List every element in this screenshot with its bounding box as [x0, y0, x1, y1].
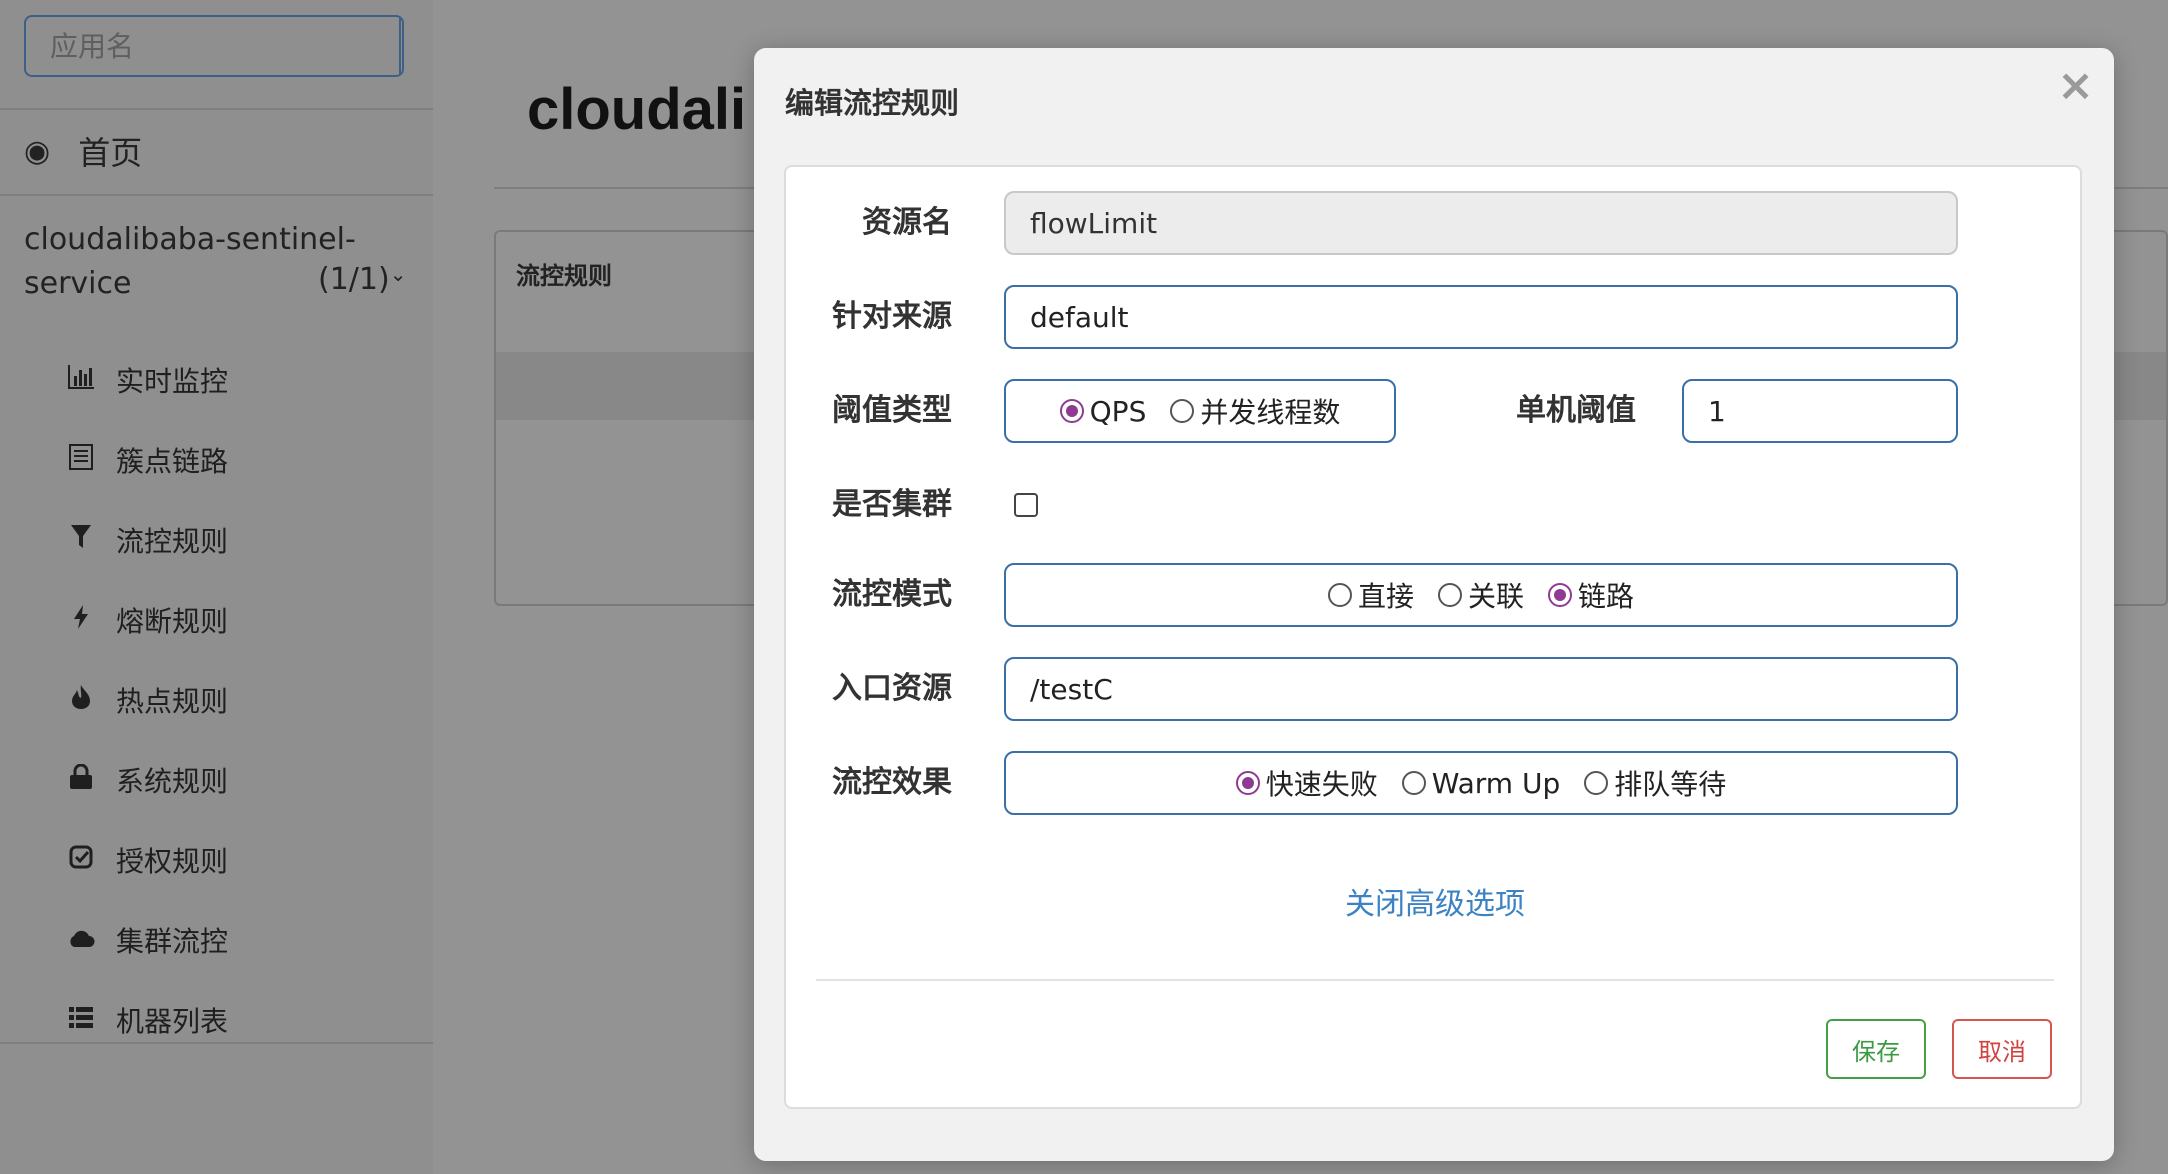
radio-indicator	[1059, 399, 1084, 423]
divider	[0, 108, 433, 110]
divider	[0, 194, 433, 196]
bar-chart-icon	[66, 364, 96, 397]
sidebar-item-system-rules[interactable]: 系统规则	[66, 740, 228, 820]
radio-indicator	[1437, 583, 1462, 607]
save-button[interactable]: 保存	[1826, 1019, 1926, 1079]
sidebar-item-flow-rules[interactable]: 流控规则	[66, 500, 228, 580]
sidebar-item-label: 机器列表	[116, 1005, 229, 1038]
sidebar-item-authority-rules[interactable]: 授权规则	[66, 820, 228, 900]
search-box: 搜索	[24, 15, 404, 77]
sidebar-item-label: 簇点链路	[116, 445, 229, 478]
dashboard-icon: ◉	[24, 133, 51, 169]
strategy-row: 流控模式 直接 关联 链路	[786, 563, 2084, 627]
list-icon	[66, 443, 96, 477]
radio-fast-fail[interactable]: 快速失败	[1235, 763, 1378, 803]
radio-indicator	[1548, 583, 1572, 607]
radio-warm-up[interactable]: Warm Up	[1401, 766, 1561, 800]
cancel-button[interactable]: 取消	[1952, 1019, 2052, 1079]
radio-qps[interactable]: QPS	[1059, 394, 1147, 428]
behavior-radio-group: 快速失败 Warm Up 排队等待	[1004, 751, 1958, 815]
app-search-input[interactable]	[26, 17, 399, 75]
radio-label: Warm Up	[1431, 766, 1561, 800]
sidebar-item-hotspot-rules[interactable]: 热点规则	[66, 660, 228, 740]
search-button[interactable]: 搜索	[399, 17, 402, 75]
sidebar-item-label: 流控规则	[116, 525, 229, 558]
sidebar-item-realtime-monitor[interactable]: 实时监控	[66, 340, 228, 420]
chevron-down-icon: ⌄	[389, 262, 407, 286]
sidebar-item-label: 授权规则	[116, 845, 229, 878]
cluster-row: 是否集群	[786, 473, 2084, 537]
sidebar-item-label: 熔断规则	[116, 605, 229, 638]
count-input[interactable]: 1	[1682, 379, 1958, 443]
sidebar-item-machine-list[interactable]: 机器列表	[66, 980, 228, 1060]
radio-chain[interactable]: 链路	[1548, 575, 1634, 615]
radio-label: QPS	[1089, 394, 1147, 428]
cloud-icon	[66, 925, 96, 955]
limit-app-row: 针对来源 default	[786, 285, 2084, 349]
sidebar-item-label: 集群流控	[116, 925, 229, 958]
sidebar-item-label: 实时监控	[116, 365, 229, 398]
resource-row: 资源名 flowLimit	[786, 191, 2084, 255]
radio-label: 直接	[1357, 580, 1414, 613]
cluster-checkbox[interactable]	[1014, 493, 1038, 517]
ref-resource-input[interactable]: /testC	[1004, 657, 1958, 721]
grade-label: 阈值类型	[832, 393, 952, 428]
edit-flow-rule-dialog: 编辑流控规则 × 资源名 flowLimit 针对来源 default 阈值类型…	[754, 48, 2114, 1161]
radio-queue[interactable]: 排队等待	[1584, 763, 1726, 803]
ref-resource-row: 入口资源 /testC	[786, 657, 2084, 721]
divider	[0, 1042, 433, 1044]
divider	[816, 979, 2054, 981]
resource-label: 资源名	[862, 205, 952, 240]
radio-label: 关联	[1467, 580, 1524, 613]
nav-home-label: 首页	[78, 134, 143, 172]
sidebar-item-cluster-point[interactable]: 簇点链路	[66, 420, 228, 500]
sidebar-item-label: 系统规则	[116, 765, 229, 798]
toggle-advanced-link[interactable]: 关闭高级选项	[786, 879, 2084, 923]
close-icon[interactable]: ×	[2057, 60, 2094, 111]
dialog-form: 资源名 flowLimit 针对来源 default 阈值类型 QPS 并发线程…	[784, 165, 2082, 1109]
lock-icon	[66, 763, 96, 797]
nav-home[interactable]: ◉ 首页	[24, 128, 142, 174]
radio-indicator	[1235, 771, 1260, 795]
strategy-label: 流控模式	[832, 577, 952, 612]
radio-indicator	[1401, 771, 1426, 795]
limit-app-label: 针对来源	[832, 299, 952, 334]
list-ul-icon	[66, 1005, 96, 1036]
radio-label: 并发线程数	[1200, 396, 1341, 429]
cluster-label: 是否集群	[832, 487, 952, 522]
page-title: cloudali	[527, 77, 747, 142]
filter-icon	[66, 524, 96, 557]
radio-label: 链路	[1578, 580, 1635, 613]
count-label: 单机阈值	[1516, 393, 1636, 428]
radio-label: 排队等待	[1614, 768, 1727, 801]
sidebar-item-degrade-rules[interactable]: 熔断规则	[66, 580, 228, 660]
radio-indicator	[1584, 771, 1609, 795]
behavior-row: 流控效果 快速失败 Warm Up 排队等待	[786, 751, 2084, 815]
sidebar-item-label: 热点规则	[116, 685, 229, 718]
panel-title: 流控规则	[516, 262, 612, 290]
resource-name-field[interactable]: flowLimit	[1004, 191, 1958, 255]
radio-indicator	[1170, 399, 1195, 423]
limit-app-input[interactable]: default	[1004, 285, 1958, 349]
check-square-icon	[66, 845, 96, 876]
grade-row: 阈值类型 QPS 并发线程数 单机阈值 1	[786, 379, 2084, 443]
app-count-text: (1/1)	[318, 262, 390, 297]
radio-label: 快速失败	[1265, 768, 1378, 801]
strategy-radio-group: 直接 关联 链路	[1004, 563, 1958, 627]
bolt-icon	[66, 604, 96, 637]
sidebar-menu: 实时监控 簇点链路 流控规则 熔断规则 热点规则 系统规则 授权规则 集群流控 …	[66, 340, 228, 1060]
sidebar: 搜索 ◉ 首页 cloudalibaba-sentinel-service (1…	[0, 0, 433, 1174]
radio-relate[interactable]: 关联	[1437, 575, 1524, 615]
fire-icon	[66, 684, 96, 717]
app-instance-count[interactable]: (1/1)⌄	[318, 262, 406, 297]
radio-thread-count[interactable]: 并发线程数	[1170, 391, 1340, 431]
grade-radio-group: QPS 并发线程数	[1004, 379, 1396, 443]
sidebar-item-cluster-flow[interactable]: 集群流控	[66, 900, 228, 980]
radio-direct[interactable]: 直接	[1327, 575, 1414, 615]
behavior-label: 流控效果	[832, 765, 952, 800]
radio-indicator	[1327, 583, 1352, 607]
dialog-title: 编辑流控规则	[785, 86, 960, 120]
ref-resource-label: 入口资源	[832, 671, 952, 706]
